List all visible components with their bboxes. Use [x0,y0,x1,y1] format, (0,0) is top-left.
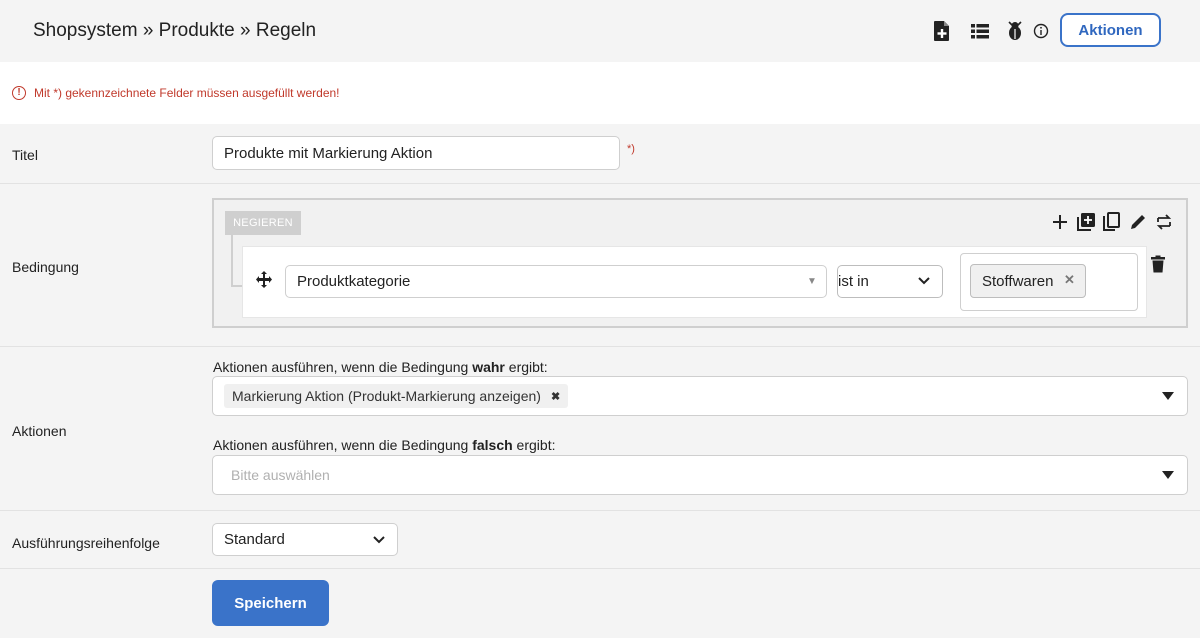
actions-false-label: Aktionen ausführen, wenn die Bedingung f… [213,437,555,453]
actions-false-label-prefix: Aktionen ausführen, wenn die Bedingung [213,437,473,453]
actions-label: Aktionen [12,423,67,439]
info-icon[interactable] [1030,20,1052,42]
add-group-icon[interactable] [1075,211,1097,233]
action-tag: Markierung Aktion (Produkt-Markierung an… [224,384,569,408]
tree-connector [231,235,233,287]
row-divider [0,510,1200,511]
actions-true-label-suffix: ergibt: [504,359,548,375]
row-divider [0,346,1200,347]
remove-tag-icon[interactable]: ✖ [551,390,560,403]
actions-false-select[interactable] [212,455,1188,495]
breadcrumb: Shopsystem » Produkte » Regeln [33,20,317,41]
action-tag-label: Markierung Aktion (Produkt-Markierung an… [232,388,541,404]
required-marker: *) [627,143,635,155]
copy-icon[interactable] [1101,211,1123,233]
chevron-down-icon [918,275,930,287]
actions-false-keyword: falsch [472,437,513,453]
condition-label: Bedingung [12,259,79,275]
list-icon[interactable] [969,20,991,42]
title-label: Titel [12,147,38,163]
remove-tag-icon[interactable]: ✕ [1064,272,1075,288]
select-placeholder: Bitte auswählen [231,467,330,483]
execution-order-select[interactable]: Standard [212,523,398,556]
trash-icon[interactable] [1147,253,1169,275]
new-document-icon[interactable] [931,20,953,42]
bug-icon[interactable] [1004,20,1026,42]
required-fields-notice: Mit *) gekennzeichnete Felder müssen aus… [34,86,340,100]
chevron-down-icon [373,534,385,546]
execution-order-label: Ausführungsreihenfolge [12,535,160,551]
dropdown-caret-icon[interactable] [1162,469,1174,481]
row-divider [0,183,1200,184]
actions-true-label-prefix: Aktionen ausführen, wenn die Bedingung [213,359,473,375]
negate-toggle[interactable]: NEGIEREN [225,211,301,235]
plus-icon[interactable] [1049,211,1071,233]
field-select[interactable]: Produktkategorie [285,265,827,298]
dropdown-caret-icon[interactable] [1162,390,1174,402]
title-input[interactable]: Produkte mit Markierung Aktion [212,136,620,170]
actions-true-keyword: wahr [472,359,505,375]
pencil-icon[interactable] [1127,211,1149,233]
save-button[interactable]: Speichern [212,580,329,626]
alert-circle-icon: ! [12,86,26,100]
row-divider [0,568,1200,569]
dropdown-arrow-icon: ▼ [807,276,817,287]
drag-move-icon[interactable] [253,269,275,291]
actions-false-label-suffix: ergibt: [512,437,556,453]
swap-icon[interactable] [1153,211,1175,233]
actions-true-label: Aktionen ausführen, wenn die Bedingung w… [213,359,548,375]
actions-button[interactable]: Aktionen [1060,13,1161,47]
